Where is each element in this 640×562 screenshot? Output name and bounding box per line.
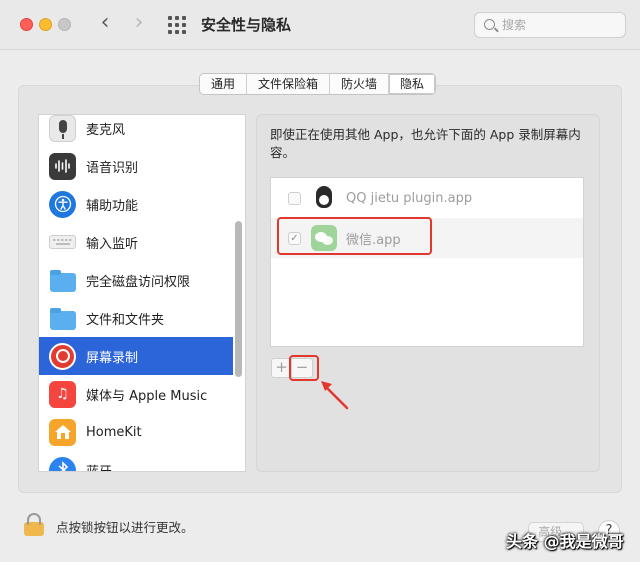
screen-recording-icon — [49, 342, 76, 370]
accessibility-icon — [49, 190, 76, 218]
sidebar-item-label: 屏幕录制 — [86, 350, 139, 366]
search-input[interactable] — [502, 15, 620, 35]
lock-label: 点按锁按钮以进行更改。 — [56, 519, 194, 535]
sidebar-item-full-disk-access[interactable]: 完全磁盘访问权限 — [39, 261, 233, 299]
annotation-highlight-box — [289, 355, 319, 381]
speech-recognition-icon — [49, 152, 76, 180]
title-bar: ‹ › 安全性与隐私 — [0, 0, 640, 50]
annotation-highlight-box — [277, 217, 432, 255]
tab-bar: 通用 文件保险箱 防火墙 隐私 — [199, 73, 437, 95]
privacy-category-list[interactable]: 麦克风 语音识别 辅助功能 输入监听 完全磁盘访问权限 文件和文件夹 屏幕录制 … — [38, 114, 246, 472]
screen-recording-description: 即使正在使用其他 App，也允许下面的 App 录制屏幕内容。 — [270, 127, 581, 160]
sidebar-item-label: 蓝牙 — [86, 464, 113, 472]
sidebar-item-bluetooth[interactable]: 蓝牙 — [39, 451, 233, 472]
sidebar-item-screen-recording[interactable]: 屏幕录制 — [39, 337, 233, 375]
app-checkbox[interactable] — [288, 191, 301, 205]
sidebar-item-label: 媒体与 Apple Music — [86, 388, 208, 404]
list-item[interactable]: QQ jietu plugin.app — [271, 178, 583, 218]
tab-privacy[interactable]: 隐私 — [389, 74, 436, 94]
app-list[interactable]: QQ jietu plugin.app ✓ 微信.app — [270, 177, 584, 347]
annotation-arrow-icon — [321, 381, 349, 410]
bluetooth-icon — [49, 456, 76, 471]
tab-general[interactable]: 通用 — [200, 74, 248, 94]
sidebar-item-files-and-folders[interactable]: 文件和文件夹 — [39, 299, 233, 337]
sidebar-item-label: 语音识别 — [86, 160, 139, 176]
tab-filevault[interactable]: 文件保险箱 — [247, 74, 331, 94]
keyboard-icon — [49, 235, 76, 249]
lock-icon[interactable] — [24, 513, 44, 536]
close-window-button[interactable] — [20, 18, 33, 31]
watermark: 头条 @我是微哥 — [506, 532, 624, 551]
sidebar-item-label: 输入监听 — [86, 236, 139, 252]
app-name: QQ jietu plugin.app — [346, 190, 473, 206]
search-field[interactable] — [474, 12, 626, 38]
home-icon — [49, 418, 76, 446]
folder-icon — [49, 305, 76, 332]
sidebar-item-accessibility[interactable]: 辅助功能 — [39, 185, 233, 223]
sidebar-item-label: 文件和文件夹 — [86, 312, 165, 328]
search-icon — [484, 19, 495, 30]
sidebar-item-speech-recognition[interactable]: 语音识别 — [39, 147, 233, 185]
show-all-grid-icon[interactable] — [168, 16, 186, 34]
sidebar-item-label: 麦克风 — [86, 122, 126, 138]
forward-chevron-icon[interactable]: › — [126, 10, 152, 38]
sidebar-item-media-apple-music[interactable]: ♫ 媒体与 Apple Music — [39, 375, 233, 413]
music-icon: ♫ — [49, 380, 76, 408]
sidebar-item-label: 完全磁盘访问权限 — [86, 274, 191, 290]
sidebar-scrollbar[interactable] — [235, 221, 242, 377]
sidebar-item-homekit[interactable]: HomeKit — [39, 413, 233, 451]
lock-control[interactable]: 点按锁按钮以进行更改。 — [24, 513, 194, 536]
folder-icon — [49, 267, 76, 294]
minimize-window-button[interactable] — [39, 18, 52, 31]
zoom-window-button[interactable] — [58, 18, 71, 31]
tab-firewall[interactable]: 防火墙 — [330, 74, 390, 94]
sidebar-item-label: 辅助功能 — [86, 198, 139, 214]
sidebar-item-label: HomeKit — [86, 424, 142, 440]
sidebar-item-microphone[interactable]: 麦克风 — [39, 115, 233, 147]
window-title: 安全性与隐私 — [201, 16, 292, 34]
qq-penguin-icon — [311, 185, 337, 211]
back-chevron-icon[interactable]: ‹ — [92, 10, 118, 38]
sidebar-item-input-monitoring[interactable]: 输入监听 — [39, 223, 233, 261]
microphone-icon — [49, 115, 76, 142]
